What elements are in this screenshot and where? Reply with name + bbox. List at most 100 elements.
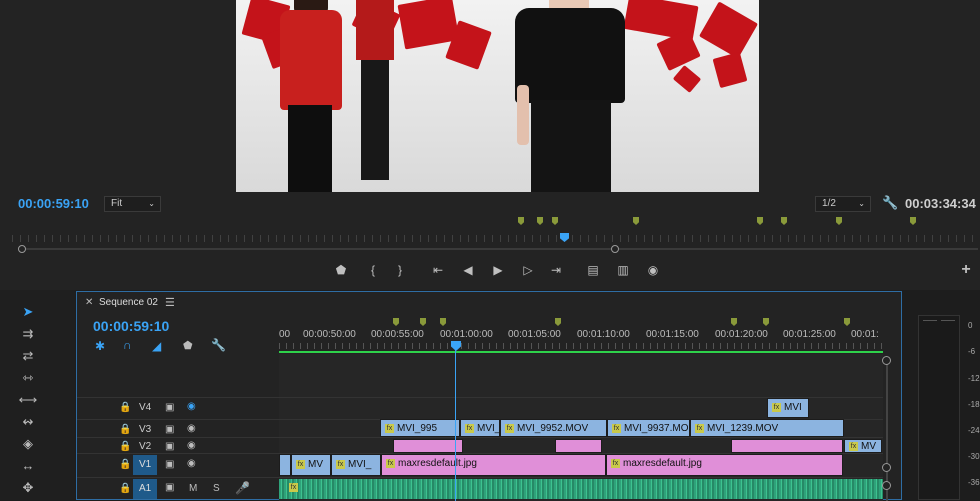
zoom-scrollbar[interactable]	[18, 248, 978, 250]
clip-v3[interactable]: fx MVI_995	[380, 419, 460, 437]
sequence-tab[interactable]: Sequence 02	[99, 297, 158, 308]
marker-icon[interactable]	[518, 217, 524, 225]
playhead-icon[interactable]	[451, 341, 461, 351]
marker-button[interactable]: ⬟	[333, 263, 349, 277]
fx-icon: fx	[465, 423, 474, 433]
linked-selection-icon[interactable]: ◢	[152, 339, 161, 353]
marker-icon[interactable]	[633, 217, 639, 225]
lock-icon[interactable]: 🔒	[119, 402, 131, 413]
marker-icon[interactable]	[393, 318, 399, 326]
sync-lock-icon[interactable]: ▣	[165, 402, 174, 413]
track-header-v1: 🔒 V1 ▣ ◉	[77, 454, 279, 475]
vertical-scrollbar[interactable]	[886, 358, 888, 501]
meter-scale-label: -18	[968, 400, 980, 409]
eye-icon[interactable]: ◉	[187, 440, 196, 451]
rate-stretch-icon[interactable]: ⟷	[18, 392, 38, 408]
track-select-icon[interactable]: ⇉	[18, 326, 38, 342]
marker-icon[interactable]	[844, 318, 850, 326]
sync-lock-icon[interactable]: ▣	[165, 459, 174, 470]
marker-icon[interactable]	[440, 318, 446, 326]
ripple-edit-icon[interactable]: ⇄	[18, 348, 38, 364]
step-back-icon[interactable]: ◀	[460, 263, 476, 277]
clip-label: MVI_995	[397, 423, 438, 434]
nest-icon[interactable]: ✱	[95, 339, 105, 353]
lock-icon[interactable]: 🔒	[119, 483, 131, 494]
clip-v3[interactable]: fx MVI_9952.MOV	[500, 419, 607, 437]
pen-icon[interactable]: ✥	[18, 480, 38, 496]
lift-icon[interactable]: ▤	[585, 263, 601, 277]
rolling-edit-icon[interactable]: ⇿	[18, 370, 38, 386]
selection-tool-icon[interactable]: ➤	[18, 304, 38, 320]
eye-hidden-icon[interactable]: ◉	[187, 401, 196, 412]
marker-icon[interactable]	[555, 318, 561, 326]
slide-icon[interactable]: ↔	[18, 458, 38, 474]
mark-in-button[interactable]: {	[365, 263, 381, 277]
add-marker-icon[interactable]: ⬟	[183, 339, 193, 352]
fx-icon: fx	[289, 483, 298, 492]
clip-v3[interactable]: fx MVI_	[460, 419, 500, 437]
lock-icon[interactable]: 🔒	[119, 441, 131, 452]
camera-icon[interactable]: ◉	[645, 263, 661, 277]
fx-icon: fx	[695, 423, 704, 433]
play-icon[interactable]: ▶	[490, 263, 506, 277]
clip-v1[interactable]: fx MVI_	[331, 454, 381, 476]
clip-label: MVI_1239.MOV	[707, 423, 779, 434]
current-timecode[interactable]: 00:00:59:10	[18, 196, 89, 211]
wrench-icon[interactable]: 🔧	[882, 195, 898, 211]
timeline-timecode[interactable]: 00:00:59:10	[93, 318, 169, 334]
lock-icon[interactable]: 🔒	[119, 459, 131, 470]
close-icon[interactable]: ✕	[85, 297, 93, 308]
marker-icon[interactable]	[781, 217, 787, 225]
scroll-handle-right[interactable]	[611, 245, 619, 253]
marker-icon[interactable]	[420, 318, 426, 326]
clip-v4[interactable]: fx MVI	[767, 398, 809, 418]
lock-icon[interactable]: 🔒	[119, 424, 131, 435]
marker-icon[interactable]	[836, 217, 842, 225]
step-forward-icon[interactable]: ▷	[520, 263, 536, 277]
clip-v2[interactable]: fx MV	[844, 439, 882, 453]
marker-icon[interactable]	[552, 217, 558, 225]
clip-v2[interactable]	[393, 439, 463, 453]
marker-icon[interactable]	[537, 217, 543, 225]
scroll-handle-left[interactable]	[18, 245, 26, 253]
scroll-handle-bottom[interactable]	[882, 463, 891, 472]
go-to-out-icon[interactable]: ⇥	[548, 263, 564, 277]
clip-v1[interactable]: fx maxresdefault.jpg	[606, 454, 843, 476]
wrench-icon[interactable]: 🔧	[211, 338, 226, 352]
sync-lock-icon[interactable]: ▣	[165, 441, 174, 452]
sync-lock-icon[interactable]: ▣	[165, 482, 174, 493]
mark-out-button[interactable]: }	[392, 263, 408, 277]
time-ruler[interactable]	[279, 343, 883, 349]
clip-v3[interactable]: fx MVI_9937.MO	[607, 419, 690, 437]
marker-icon[interactable]	[763, 318, 769, 326]
clip-v3[interactable]: fx MVI_1239.MOV	[690, 419, 844, 437]
work-area-bar[interactable]	[279, 351, 883, 353]
snap-icon[interactable]: ∩	[123, 338, 132, 352]
clip-v1[interactable]: fx maxresdefault.jpg	[381, 454, 606, 476]
scroll-handle-top[interactable]	[882, 356, 891, 365]
marker-icon[interactable]	[910, 217, 916, 225]
extract-icon[interactable]: ▥	[615, 263, 631, 277]
mute-button[interactable]: M	[189, 483, 197, 494]
scroll-handle-audio[interactable]	[882, 481, 891, 490]
marker-icon[interactable]	[757, 217, 763, 225]
audio-clip-a1[interactable]	[279, 479, 883, 499]
solo-button[interactable]: S	[213, 483, 220, 494]
mini-time-ruler[interactable]	[12, 235, 980, 242]
go-to-in-icon[interactable]: ⇤	[430, 263, 446, 277]
add-button[interactable]: +	[958, 262, 974, 278]
clip-v1[interactable]: fx MV	[291, 454, 331, 476]
slip-icon[interactable]: ↭	[18, 414, 38, 430]
clip-v1[interactable]	[279, 454, 291, 476]
microphone-icon[interactable]: 🎤	[235, 481, 250, 495]
eye-icon[interactable]: ◉	[187, 458, 196, 469]
panel-menu-icon[interactable]: ☰	[165, 296, 175, 309]
marker-icon[interactable]	[731, 318, 737, 326]
resolution-dropdown[interactable]: 1/2 ⌄	[815, 196, 871, 212]
clip-v2[interactable]	[731, 439, 843, 453]
fit-dropdown[interactable]: Fit ⌄	[104, 196, 161, 212]
eye-icon[interactable]: ◉	[187, 423, 196, 434]
sync-lock-icon[interactable]: ▣	[165, 424, 174, 435]
razor-icon[interactable]: ◈	[18, 436, 38, 452]
clip-v2[interactable]	[555, 439, 602, 453]
